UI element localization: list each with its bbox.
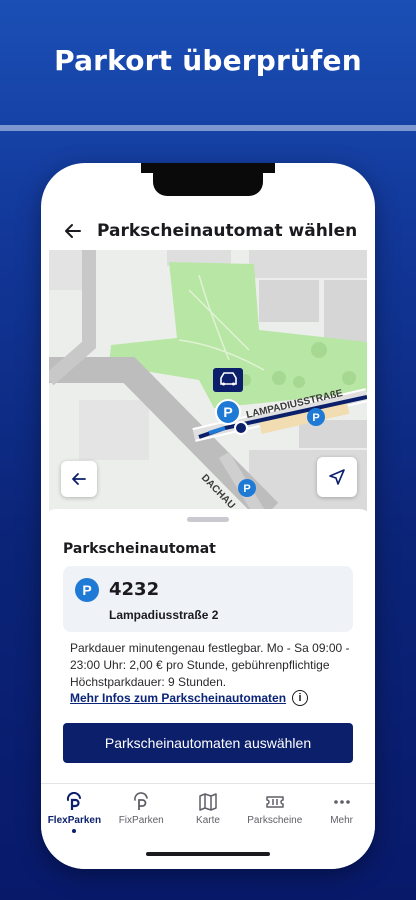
- svg-text:P: P: [223, 404, 232, 420]
- tariff-info: Parkdauer minutengenau festlegbar. Mo - …: [70, 641, 350, 689]
- svg-text:P: P: [312, 412, 319, 424]
- machine-street: Lampadiusstraße 2: [109, 608, 219, 622]
- tab-fixparken[interactable]: FixParken: [108, 784, 175, 840]
- arrow-left-icon: [72, 473, 86, 485]
- sheet-title: Parkscheinautomat: [63, 541, 216, 557]
- decorative-band: [0, 125, 416, 131]
- tab-label: FlexParken: [47, 815, 102, 826]
- info-icon[interactable]: i: [292, 690, 309, 706]
- locate-me-button[interactable]: [317, 457, 357, 497]
- tab-label: FixParken: [118, 815, 164, 826]
- bottom-tab-bar: FlexParken FixParken Karte Parkscheine M…: [41, 783, 375, 840]
- phone-notch: [153, 172, 263, 196]
- parking-marker[interactable]: P: [238, 479, 256, 497]
- tab-label: Mehr: [330, 815, 353, 826]
- more-info-link[interactable]: Mehr Infos zum Parkscheinautomaten: [70, 691, 286, 705]
- phone-frame: Parkscheinautomat wählen LAMPADIUSSTRAßE…: [41, 163, 375, 869]
- more-icon: [333, 800, 350, 804]
- page-headline: Parkort überprüfen: [54, 44, 362, 77]
- tab-karte[interactable]: Karte: [175, 784, 242, 840]
- back-button[interactable]: [49, 207, 97, 255]
- tab-label: Parkscheine: [247, 815, 303, 826]
- arrow-left-icon: [65, 224, 81, 238]
- navigation-arrow-icon: [329, 469, 345, 485]
- machine-number: 4232: [109, 579, 160, 600]
- select-machine-button[interactable]: Parkscheinautomaten auswählen: [63, 723, 353, 763]
- more-info-row: Mehr Infos zum Parkscheinautomaten i: [70, 690, 309, 706]
- page-title: Parkscheinautomat wählen: [97, 221, 358, 241]
- tab-flexparken[interactable]: FlexParken: [41, 784, 108, 840]
- tab-mehr[interactable]: Mehr: [308, 784, 375, 840]
- bottom-sheet: Parkscheinautomat P 4232 Lampadiusstraße…: [41, 509, 375, 869]
- tab-parkscheine[interactable]: Parkscheine: [241, 784, 308, 840]
- parking-machine-card[interactable]: P 4232 Lampadiusstraße 2: [63, 566, 353, 632]
- svg-text:P: P: [243, 483, 250, 495]
- flex-parking-icon: [67, 792, 82, 810]
- map-back-button[interactable]: [61, 461, 97, 497]
- map-view[interactable]: LAMPADIUSSTRAßE DACHAU P P P: [49, 250, 367, 512]
- parking-marker[interactable]: P: [307, 408, 325, 426]
- user-location-icon: [234, 421, 248, 435]
- parking-icon: P: [75, 578, 99, 602]
- active-tab-indicator: [72, 829, 77, 833]
- map-icon: [199, 793, 217, 811]
- ticket-icon: [266, 796, 284, 808]
- fix-parking-icon: [134, 792, 148, 810]
- sheet-grabber[interactable]: [187, 517, 229, 522]
- tab-label: Karte: [196, 815, 220, 826]
- home-indicator: [146, 852, 270, 856]
- app-bar: Parkscheinautomat wählen: [41, 207, 375, 255]
